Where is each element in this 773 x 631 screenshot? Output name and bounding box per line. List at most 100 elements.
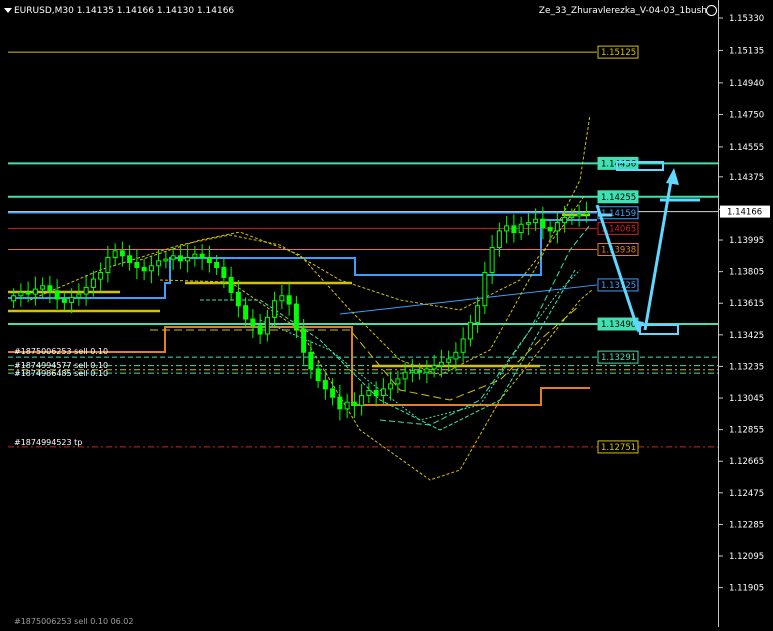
candle-body [424, 368, 430, 373]
candle-body [170, 255, 176, 260]
candle-body [221, 266, 227, 278]
price-chart[interactable]: 1.151251.144561.142551.141591.140651.139… [0, 0, 773, 627]
candle-body [438, 361, 444, 367]
candle-body [533, 218, 539, 224]
axis-tick-label: 1.13995 [729, 236, 764, 246]
candle-body [257, 325, 263, 335]
candle-body [540, 218, 546, 229]
axis-tick-label: 1.12855 [729, 426, 764, 436]
candle-body [402, 371, 408, 380]
candle-body [366, 390, 372, 397]
candle-body [554, 222, 560, 232]
chart-menu-arrow-icon[interactable] [4, 8, 12, 13]
candle-body [301, 328, 307, 353]
chart-window[interactable]: 1.15125 1.14456 1.14255 1.14159 1.14065 1.139… [0, 0, 773, 627]
candle-body [417, 370, 423, 373]
candle-body [206, 256, 212, 263]
level-15125-label: 1.15125 [601, 48, 636, 58]
level-13490-label: 1.13490 [601, 320, 636, 330]
candle-body [127, 255, 133, 263]
candle-body [228, 276, 234, 293]
candle-body [272, 300, 278, 318]
price-axis[interactable]: 1.15330 1.15135 1.14940 1.14750 1.14555 1.143… [718, 0, 773, 627]
candle-body [243, 305, 249, 320]
candle-body [475, 305, 481, 323]
axis-tick-label: 1.13805 [729, 268, 764, 278]
candle-body [235, 291, 241, 307]
axis-tick-label: 1.12285 [729, 520, 764, 530]
candle-body [467, 321, 473, 340]
candle-body [47, 285, 53, 292]
candle-body [482, 271, 488, 307]
candle-body [504, 225, 510, 232]
candle-body [460, 338, 466, 353]
axis-tick-label: 1.11905 [729, 584, 764, 594]
trend-line [339, 284, 598, 315]
candle-body [141, 266, 147, 272]
axis-tick-label: 1.14940 [729, 79, 764, 89]
level-13938-label: 1.13938 [601, 246, 636, 256]
axis-tick-label: 1.14750 [729, 110, 764, 120]
candle-body [185, 256, 191, 262]
candle-body [511, 225, 517, 234]
candle-body [286, 295, 292, 305]
candle-body [344, 401, 350, 410]
candle-body [576, 213, 582, 217]
candle-body [83, 286, 89, 295]
candle-body [293, 303, 299, 330]
candle-body [90, 278, 96, 288]
level-14255-label: 1.14255 [601, 193, 636, 203]
candle-body [322, 380, 328, 390]
axis-tick-label: 1.13425 [729, 331, 764, 341]
up-arrow-line [643, 174, 674, 331]
candle-body [431, 365, 437, 370]
candle-body [409, 370, 415, 373]
candle-body [112, 250, 118, 258]
candle-body [359, 395, 365, 407]
axis-tick-label: 1.13235 [729, 362, 764, 372]
candle-body [61, 298, 67, 303]
candle-body [308, 351, 314, 370]
candle-body [453, 351, 459, 360]
candle-body [518, 223, 524, 234]
candle-body [337, 396, 343, 410]
axis-tick-label: 1.15330 [729, 14, 764, 24]
expert-advisor-name: Ze_33_Zhuravlerezka_V-04-03_1bush [538, 6, 707, 16]
candle-body [11, 295, 17, 302]
expert-smiley-icon[interactable] [706, 5, 717, 16]
order-label-tp: #1874994523 tp [14, 438, 82, 447]
current-price-label: 1.14166 [727, 208, 762, 218]
level-14456-label: 1.14456 [601, 159, 636, 169]
candle-body [330, 388, 336, 398]
candle-body [489, 247, 495, 273]
candle-body [547, 227, 553, 232]
footer-order-label: #1875006253 sell 0.10 06.02 [14, 617, 133, 626]
candle-body [177, 255, 183, 262]
candle-body [54, 290, 60, 300]
candle-body [105, 256, 111, 273]
candle-body [279, 295, 285, 302]
candle-body [214, 261, 220, 268]
candle-body [69, 296, 75, 303]
axis-tick-label: 1.12665 [729, 457, 764, 467]
axis-tick-label: 1.14375 [729, 173, 764, 183]
candle-body [32, 288, 38, 295]
candle-body [199, 253, 205, 258]
ma-line-dash [150, 304, 581, 401]
axis-tick-label: 1.15135 [729, 46, 764, 56]
candle-body [76, 293, 82, 298]
up-arrow-head [666, 168, 679, 185]
candle-body [583, 212, 589, 215]
candle-body [98, 271, 104, 280]
level-13291-label: 1.13291 [601, 353, 636, 363]
candle-body [119, 250, 125, 257]
axis-tick-label: 1.13615 [729, 299, 764, 309]
candle-body [25, 291, 31, 295]
candle-body [351, 401, 357, 407]
candle-body [446, 358, 452, 363]
axis-tick-label: 1.12475 [729, 489, 764, 499]
candle-body [395, 378, 401, 385]
candle-body [496, 230, 502, 249]
candle-body [380, 388, 386, 397]
candle-body [315, 368, 321, 382]
